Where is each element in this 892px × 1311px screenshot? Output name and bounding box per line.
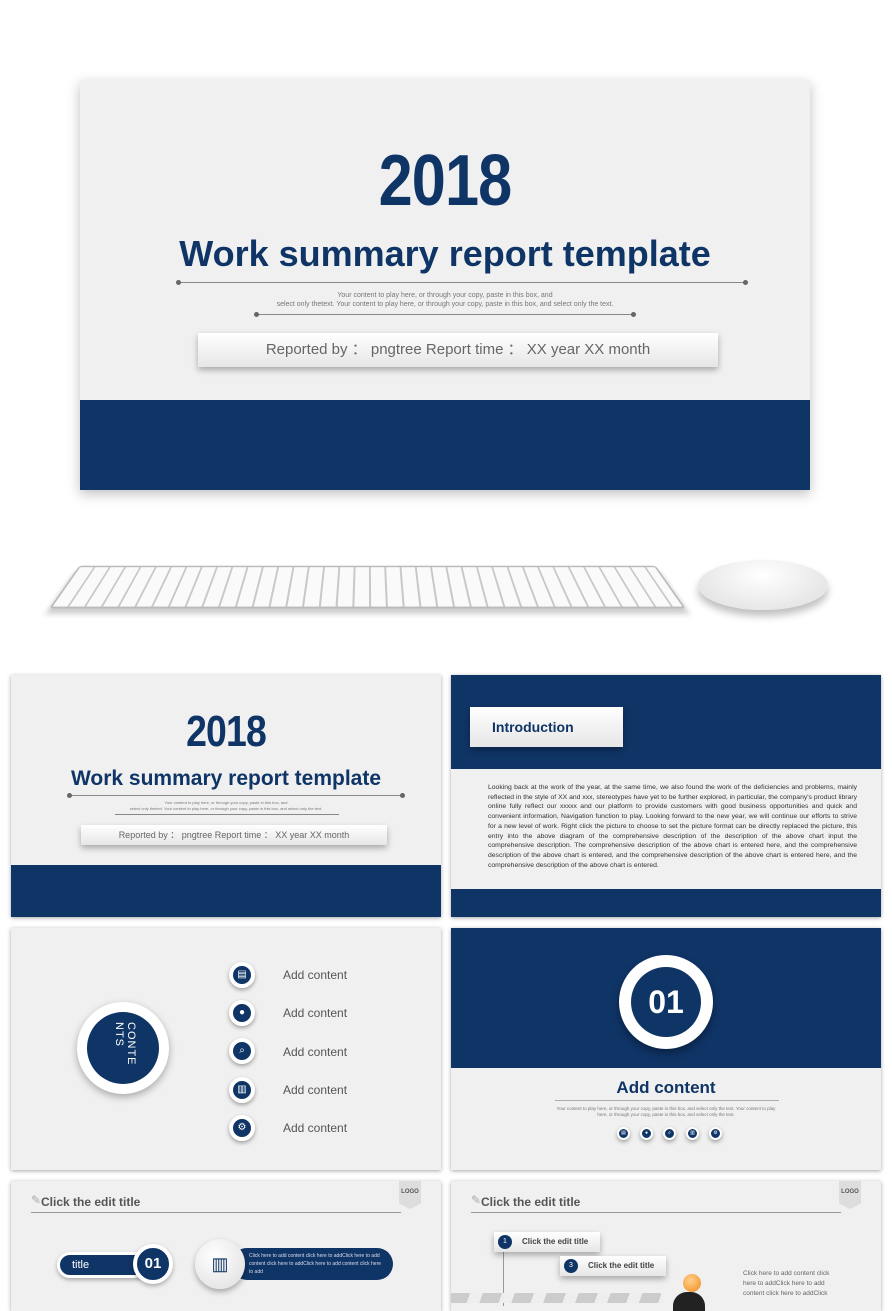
section-desc-1: Your content to play here, or through yo…: [556, 1106, 776, 1111]
divider: [471, 1212, 841, 1213]
person-figure-icon: [683, 1274, 701, 1292]
intro-heading-box: Introduction: [470, 707, 623, 747]
divider: [31, 1212, 401, 1213]
thumb-contents[interactable]: CONTENTS ▤ Add content ● Add content ⌕ Add …: [11, 928, 441, 1170]
footer-band: [11, 865, 441, 917]
hero-slide: 2018 Work summary report template Your c…: [80, 80, 810, 490]
step-label: Click the edit title: [522, 1237, 589, 1246]
pencil-icon: ✎: [31, 1193, 42, 1207]
step-number: 1: [503, 1238, 507, 1245]
cover-subtitle-1: Your content to play here, or through yo…: [337, 292, 553, 299]
book-icon: ▥: [195, 1239, 245, 1289]
section-title: Add content: [616, 1078, 716, 1097]
reporter-box: Reported by ： pngtree Report time ： XX y…: [81, 825, 387, 845]
thumb-introduction[interactable]: Introduction Looking back at the work of…: [451, 675, 881, 917]
thumb-timeline[interactable]: ✎ Click the edit title LOGO title 01 Cli…: [11, 1181, 441, 1311]
keyboard-image: [49, 565, 686, 609]
cover-year: 2018: [186, 707, 267, 756]
cover-year: 2018: [378, 141, 513, 221]
step-number: 3: [569, 1262, 573, 1269]
contents-item-label: Add content: [283, 1083, 348, 1097]
footer-band: [80, 400, 810, 490]
contents-badge: CONTENTS: [77, 1002, 169, 1094]
person-body: [673, 1292, 705, 1311]
icon-row: ▤ ● ⌕ ▥ ⚙: [617, 1127, 722, 1140]
cover-subtitle-2: select only thetext. Your content to pla…: [129, 806, 323, 811]
cover-subtitle-2: select only thetext. Your content to pla…: [276, 301, 614, 308]
step-number: 01: [144, 1255, 162, 1272]
search-icon: ⌕: [663, 1127, 676, 1140]
mouse-image: [698, 560, 828, 610]
content-bar: Click here to add content click here to …: [231, 1248, 393, 1280]
thumb-cover[interactable]: 2018 Work summary report template Your c…: [11, 675, 441, 917]
step-number-badge: 3: [564, 1259, 578, 1273]
step-label: Click the edit title: [588, 1261, 655, 1270]
contents-item-label: Add content: [283, 1045, 348, 1059]
divider: [176, 280, 748, 285]
reporter-box: Reported by ： pngtree Report time ： XX y…: [198, 333, 718, 367]
section-desc-2: here, or through your copy, paste in thi…: [597, 1112, 735, 1117]
slide-header: Click the edit title: [481, 1195, 581, 1209]
user-icon: ●: [640, 1127, 653, 1140]
cover-title: Work summary report template: [70, 767, 382, 790]
contents-item-label: Add content: [283, 1006, 348, 1020]
user-icon: ●: [229, 1000, 255, 1026]
section-number: 01: [648, 984, 684, 1020]
intro-body: Looking back at the work of the year, at…: [488, 784, 857, 869]
intro-heading: Introduction: [492, 719, 574, 735]
logo: LOGO: [399, 1181, 421, 1209]
user-settings-icon: ⚙: [229, 1115, 255, 1141]
step-number-badge: 01: [133, 1244, 173, 1284]
clipboard-icon: ▤: [617, 1127, 630, 1140]
section-number-badge: 01: [619, 955, 713, 1049]
divider: [115, 814, 339, 815]
slide-header: Click the edit title: [41, 1195, 141, 1209]
cover-subtitle-1: Your content to play here, or through yo…: [164, 800, 288, 805]
search-icon: ⌕: [229, 1038, 255, 1064]
contents-item-label: Add content: [283, 1121, 348, 1135]
logo: LOGO: [839, 1181, 861, 1209]
pencil-icon: ✎: [471, 1193, 482, 1207]
content-bar-text: Click here to add content click here to …: [249, 1253, 382, 1275]
footer-band: [451, 889, 881, 917]
title-tag-text: title: [72, 1259, 90, 1271]
chart-icon: ▥: [686, 1127, 699, 1140]
thumb-section[interactable]: 01 Add content Your content to play here…: [451, 928, 881, 1170]
stripe-bar: [451, 1293, 661, 1303]
reporter-text: Reported by ： pngtree Report time ： XX y…: [118, 830, 350, 840]
step-number-badge: 1: [498, 1235, 512, 1249]
divider: [67, 793, 405, 798]
divider: [254, 312, 636, 317]
contents-label: CONTENTS: [113, 1022, 137, 1066]
chart-icon: ▥: [229, 1077, 255, 1103]
clipboard-icon: ▤: [229, 962, 255, 988]
thumb-steps[interactable]: ✎ Click the edit title LOGO Click the ed…: [451, 1181, 881, 1311]
cover-title: Work summary report template: [179, 233, 711, 274]
divider: [555, 1100, 779, 1101]
user-settings-icon: ⚙: [709, 1127, 722, 1140]
side-text: Click here to add content click here to …: [743, 1270, 830, 1297]
contents-item-label: Add content: [283, 968, 348, 982]
reporter-text: Reported by ： pngtree Report time ： XX y…: [265, 341, 651, 358]
